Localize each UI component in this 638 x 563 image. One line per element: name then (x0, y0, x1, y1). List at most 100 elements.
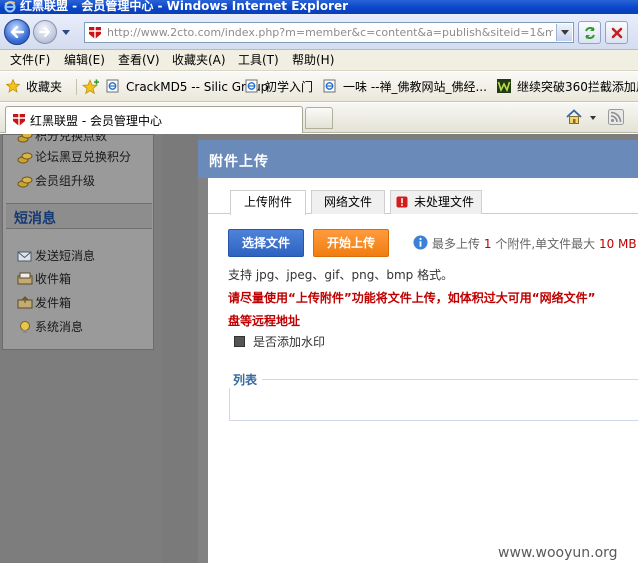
max-file-size: 10 MB (598, 237, 637, 251)
outbox-icon (17, 296, 33, 309)
favorite-link-1[interactable]: CrackMD5 -- Silic Group (106, 79, 268, 95)
ie-page-icon (245, 79, 258, 93)
refresh-icon (584, 26, 595, 39)
chevron-down-icon (560, 29, 569, 35)
supported-formats-text: 支持 jpg、jpeg、gif、png、bmp 格式。 (228, 268, 454, 282)
ie-page-icon (106, 79, 119, 93)
sidebar-item-inbox[interactable]: 收件箱 (17, 270, 71, 288)
menu-tools[interactable]: 工具(T) (236, 50, 281, 71)
rss-feed-icon[interactable] (608, 109, 624, 125)
upload-tabs: 上传附件 网络文件 未处理文件 (208, 186, 638, 215)
menu-view[interactable]: 查看(V) (116, 50, 162, 71)
info-middle: 个附件,单文件最大 (495, 237, 596, 251)
page-content-column (162, 134, 198, 563)
w-logo-icon (497, 79, 511, 93)
browser-window: 红黑联盟 - 会员管理中心 - Windows Internet Explore… (0, 0, 638, 563)
coins-icon (17, 134, 33, 143)
menu-file[interactable]: 文件(F) (8, 50, 52, 71)
dialog-header[interactable]: 附件上传 (198, 140, 638, 178)
messages-section-title: 短消息 (14, 211, 56, 227)
tab-title: 红黑联盟 - 会员管理中心 (30, 114, 162, 128)
sidebar-item-forum-beans[interactable]: 论坛黑豆兑换积分 (17, 148, 131, 166)
upload-warning-text-continued: 盘等远程地址 (228, 314, 301, 328)
tab-member-center[interactable]: 红黑联盟 - 会员管理中心 (5, 106, 303, 133)
favorites-bar: 收藏夹 CrackMD5 -- Silic Group 初学入门 一味 --禅_… (0, 72, 638, 102)
star-icon (6, 79, 20, 93)
sidebar-item-label: 论坛黑豆兑换积分 (35, 150, 132, 164)
select-file-button[interactable]: 选择文件 (228, 229, 304, 257)
tab-unprocessed-files-label: 未处理文件 (413, 195, 474, 209)
home-icon[interactable] (566, 109, 582, 125)
watermark-label: 是否添加水印 (253, 335, 326, 349)
start-upload-button[interactable]: 开始上传 (313, 229, 389, 257)
dialog-title: 附件上传 (209, 154, 269, 170)
arrow-right-icon (39, 27, 50, 37)
inbox-icon (17, 272, 33, 285)
sidebar-item-label: 发送短消息 (35, 249, 96, 263)
attachment-upload-dialog: 附件上传 上传附件 网络文件 未处理文件 选择文件 开始上传 最多上传 1 个附… (198, 140, 638, 563)
coins-icon (17, 152, 33, 164)
menu-edit[interactable]: 编辑(E) (62, 50, 107, 71)
menu-bar: 文件(F) 编辑(E) 查看(V) 收藏夹(A) 工具(T) 帮助(H) (0, 50, 638, 71)
menu-help[interactable]: 帮助(H) (290, 50, 336, 71)
url-dropdown-button[interactable] (556, 24, 572, 41)
sidebar-item-label: 发件箱 (35, 296, 72, 310)
favorite-link-2-label: 初学入门 (265, 80, 314, 94)
refresh-button[interactable] (578, 21, 601, 44)
tab-bar: 红黑联盟 - 会员管理中心 (0, 103, 638, 133)
sidebar-item-points-exchange[interactable]: 积分兑换点数 (17, 134, 107, 145)
site-favicon-icon (13, 114, 25, 126)
history-dropdown-icon[interactable] (62, 28, 70, 36)
favorite-link-2[interactable]: 初学入门 (245, 79, 313, 95)
lightbulb-icon (20, 321, 30, 333)
favorites-separator (76, 79, 77, 95)
envelope-send-icon (17, 251, 32, 262)
sidebar-item-label: 积分兑换点数 (35, 134, 108, 143)
add-favorite-icon[interactable] (82, 79, 100, 95)
favorite-link-3[interactable]: 一味 --禅_佛教网站_佛经... (323, 79, 487, 95)
favorite-link-4[interactable]: 继续突破360拦截添加用 (497, 79, 638, 95)
sidebar-item-send-message[interactable]: 发送短消息 (17, 247, 95, 265)
window-title: 红黑联盟 - 会员管理中心 - Windows Internet Explore… (20, 0, 349, 13)
new-tab-button[interactable] (305, 107, 333, 129)
max-attachment-count: 1 (483, 237, 492, 251)
arrow-left-icon (10, 26, 24, 38)
chevron-down-icon[interactable] (590, 115, 596, 121)
attachment-list (229, 379, 638, 421)
stop-button[interactable] (605, 21, 628, 44)
favorite-link-3-label: 一味 --禅_佛教网站_佛经... (343, 80, 487, 94)
tab-upload-attachment[interactable]: 上传附件 (230, 190, 306, 215)
sidebar-item-outbox[interactable]: 发件箱 (17, 294, 71, 312)
forward-button[interactable] (33, 20, 57, 44)
tab-network-file[interactable]: 网络文件 (311, 190, 385, 214)
sidebar-item-label: 会员组升级 (35, 174, 96, 188)
window-titlebar[interactable]: 红黑联盟 - 会员管理中心 - Windows Internet Explore… (0, 0, 638, 14)
warning-icon (396, 196, 408, 208)
messages-section-header: 短消息 (6, 203, 152, 229)
info-icon (413, 235, 428, 250)
address-toolbar: http://www.2cto.com/index.php?m=member&c… (0, 14, 638, 50)
sidebar-item-label: 收件箱 (35, 272, 72, 286)
watermark-checkbox[interactable] (234, 336, 245, 347)
favorite-link-4-label: 继续突破360拦截添加用 (517, 80, 638, 94)
sidebar-item-label: 系统消息 (35, 320, 84, 334)
back-button[interactable] (4, 19, 30, 45)
menu-favorites[interactable]: 收藏夹(A) (170, 50, 228, 71)
ie-logo-icon (4, 1, 16, 13)
ie-page-icon (323, 79, 336, 93)
tab-unprocessed-files[interactable]: 未处理文件 (390, 190, 482, 214)
site-favicon-icon (89, 27, 101, 39)
url-input[interactable]: http://www.2cto.com/index.php?m=member&c… (84, 22, 574, 43)
attachment-list-label: 列表 (228, 371, 263, 388)
close-icon (611, 27, 622, 38)
page-content: 积分兑换点数 论坛黑豆兑换积分 会员组升级 短消息 发送短消息 收件箱 发件箱 … (0, 134, 638, 563)
site-watermark: www.wooyun.org (498, 545, 618, 561)
sidebar-item-system-message[interactable]: 系统消息 (17, 318, 83, 336)
upload-warning-text: 请尽量使用“上传附件”功能将文件上传，如体积过大可用“网络文件” (228, 291, 596, 305)
sidebar-item-group-upgrade[interactable]: 会员组升级 (17, 172, 95, 190)
favorites-button[interactable]: 收藏夹 (6, 79, 62, 95)
favorites-label: 收藏夹 (26, 80, 63, 94)
url-text: http://www.2cto.com/index.php?m=member&c… (107, 26, 553, 39)
info-prefix: 最多上传 (432, 237, 481, 251)
coins-icon (17, 176, 33, 188)
